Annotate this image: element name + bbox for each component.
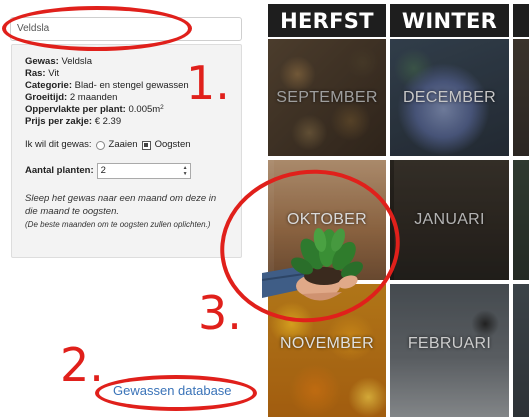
month-tile-december[interactable]: DECEMBER	[390, 39, 509, 156]
crop-name-label: Gewas:	[25, 56, 59, 67]
month-tile-partial[interactable]	[513, 39, 529, 156]
sow-option-label[interactable]: Zaaien	[109, 139, 138, 151]
crop-action-label: Ik wil dit gewas:	[25, 139, 92, 150]
month-tile-februari[interactable]: FEBRUARI	[390, 284, 509, 417]
crop-growtime-label: Groeitijd:	[25, 92, 68, 103]
stepper-arrows-icon[interactable]: ▲ ▼	[183, 165, 188, 177]
drag-hint-note: (De beste maanden om te oogsten zullen o…	[25, 220, 211, 229]
month-label-januari: JANUARI	[414, 211, 485, 228]
crop-variety-label: Ras:	[25, 68, 46, 79]
sow-radio[interactable]	[95, 140, 105, 150]
crop-area-unit-superscript: 2	[160, 104, 164, 111]
plant-amount-row: Aantal planten: 2 ▲ ▼	[25, 163, 228, 179]
month-tile-september[interactable]: SEPTEMBER	[268, 39, 386, 156]
harvest-option-label[interactable]: Oogsten	[155, 139, 191, 151]
crop-name-value: Veldsla	[61, 56, 93, 67]
crop-area-value: 0.005m	[128, 104, 161, 115]
crop-growtime-value: 2 maanden	[69, 92, 118, 103]
drag-hint-text: Sleep het gewas naar een maand om deze i…	[25, 193, 217, 217]
season-header-next	[513, 4, 529, 37]
annotation-number-three: 3.	[198, 286, 242, 340]
annotation-ellipse-search	[2, 6, 192, 51]
crop-price-row: Prijs per zakje: € 2.39	[25, 116, 228, 128]
crop-price-label: Prijs per zakje:	[25, 116, 93, 127]
crop-variety-value: Vit	[48, 68, 60, 79]
crop-area-label: Oppervlakte per plant:	[25, 104, 126, 115]
month-label-februari: FEBRUARI	[407, 334, 492, 352]
month-label-december: DECEMBER	[402, 88, 497, 106]
month-tile-partial[interactable]	[513, 284, 529, 417]
month-tile-januari[interactable]: JANUARI	[390, 160, 509, 280]
crop-category-value: Blad- en stengel gewassen	[74, 80, 189, 91]
harvest-checkbox[interactable]	[141, 140, 151, 150]
plant-amount-label: Aantal planten:	[25, 165, 94, 176]
month-label-september: SEPTEMBER	[276, 88, 378, 106]
month-label-november: NOVEMBER	[280, 334, 374, 352]
crop-category-label: Categorie:	[25, 80, 72, 91]
annotation-number-one: 1.	[186, 56, 230, 110]
season-header-winter: WINTER	[390, 4, 509, 37]
plant-amount-value: 2	[100, 165, 106, 176]
crop-action-choice: Ik wil dit gewas: Zaaien Oogsten	[25, 139, 228, 151]
annotation-number-two: 2.	[60, 338, 104, 392]
annotation-ellipse-database	[95, 375, 257, 411]
season-header-autumn: HERFST	[268, 4, 386, 37]
crop-price-value: € 2.39	[94, 116, 122, 127]
month-tile-partial[interactable]	[513, 160, 529, 280]
plant-amount-stepper[interactable]: 2 ▲ ▼	[96, 163, 191, 179]
